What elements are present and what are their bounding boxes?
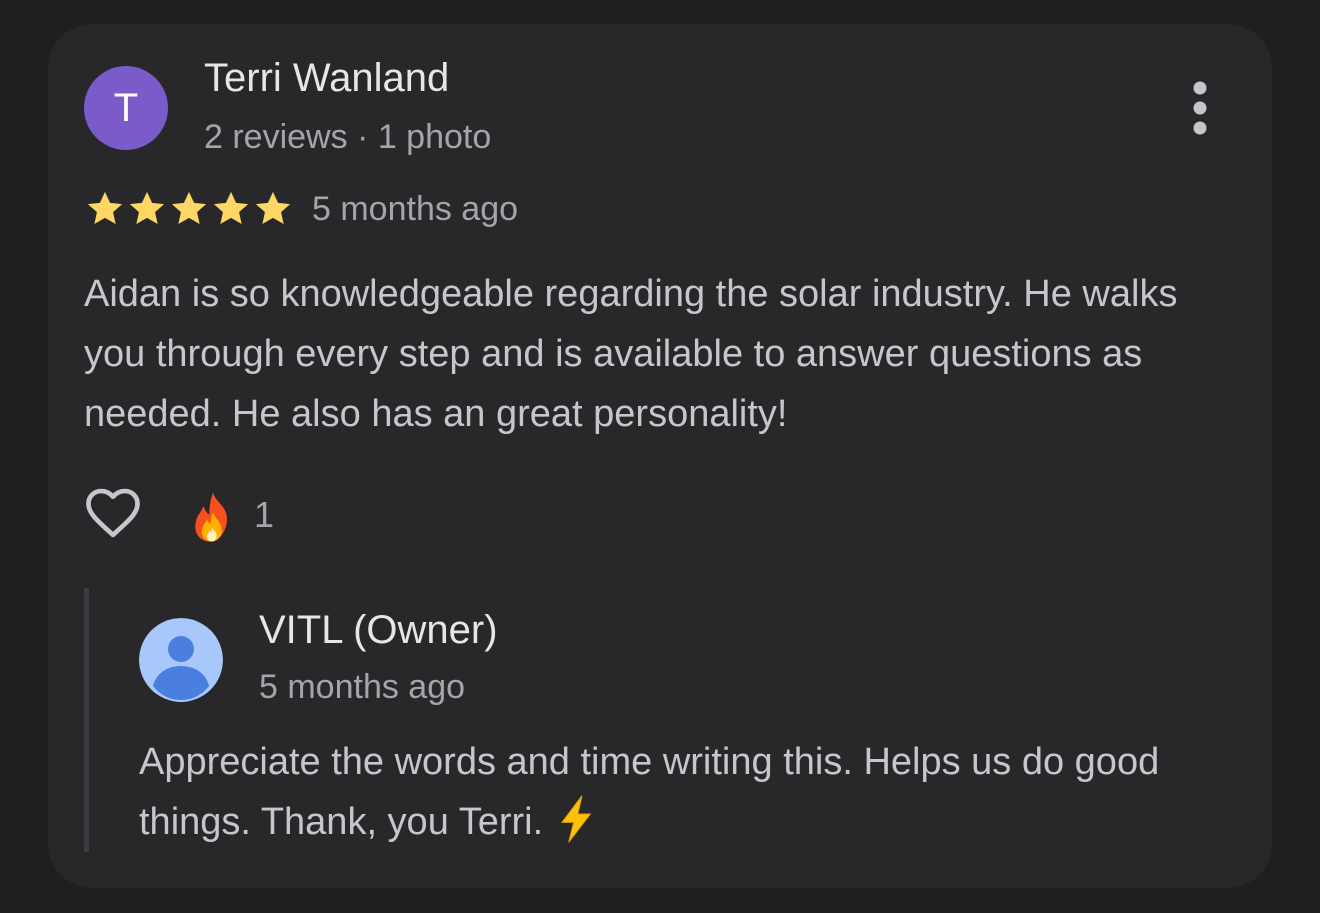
fire-emoji-icon[interactable] <box>188 490 238 544</box>
lightning-emoji-icon <box>561 795 592 843</box>
reply-text: Appreciate the words and time writing th… <box>139 741 1160 843</box>
like-button[interactable] <box>82 482 144 544</box>
star-icon <box>87 191 123 225</box>
review-card: T Terri Wanland 2 reviews · 1 photo 5 mo… <box>48 24 1272 888</box>
owner-avatar[interactable] <box>139 618 223 702</box>
reply-time: 5 months ago <box>259 668 466 706</box>
more-vert-icon <box>1193 81 1207 135</box>
author-avatar[interactable]: T <box>84 66 168 150</box>
review-text: Aidan is so knowledgeable regarding the … <box>84 273 1178 435</box>
review-time: 5 months ago <box>312 190 519 228</box>
default-profile-icon <box>139 618 223 702</box>
heart-outline-icon <box>86 488 140 538</box>
star-icon <box>255 191 291 225</box>
star-icon <box>213 191 249 225</box>
reaction-count: 1 <box>254 494 275 535</box>
owner-reply: VITL (Owner) 5 months ago Appreciate the… <box>84 588 1239 852</box>
more-options-button[interactable] <box>1176 76 1224 140</box>
star-icon <box>171 191 207 225</box>
star-rating <box>84 188 294 230</box>
owner-name: VITL (Owner) <box>259 608 498 652</box>
author-name[interactable]: Terri Wanland <box>204 56 449 101</box>
avatar-letter: T <box>113 85 139 130</box>
star-icon <box>129 191 165 225</box>
author-meta: 2 reviews · 1 photo <box>204 118 492 156</box>
reply-text-block: Appreciate the words and time writing th… <box>139 732 1229 852</box>
